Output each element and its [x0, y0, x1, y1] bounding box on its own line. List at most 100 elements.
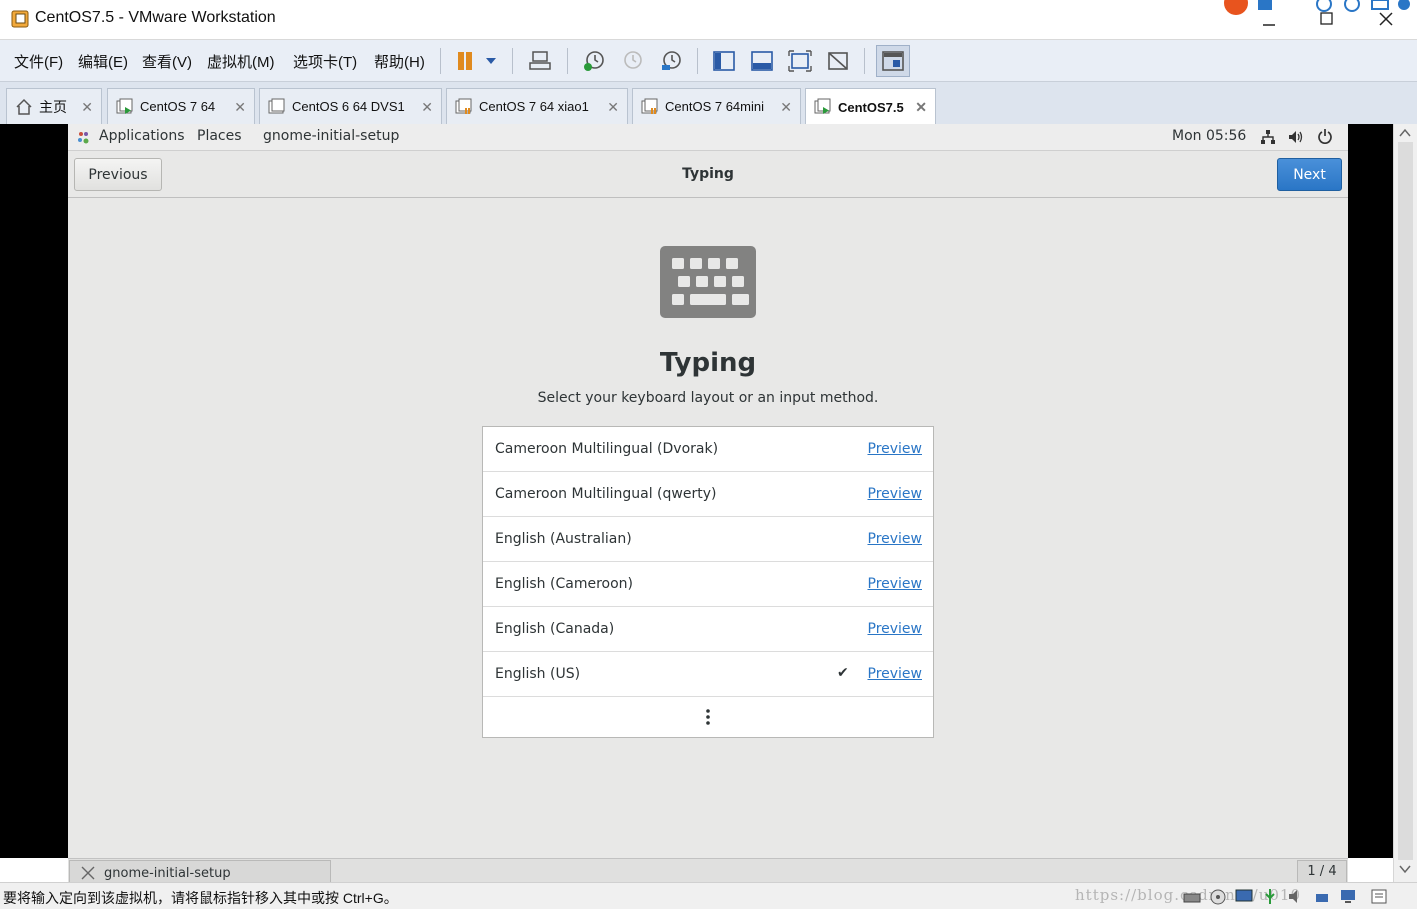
tab-close-icon[interactable]: ✕	[915, 99, 927, 116]
vm-letterbox-left	[0, 124, 68, 858]
layout-name: Cameroon Multilingual (qwerty)	[495, 486, 717, 502]
tab-close-icon[interactable]: ✕	[780, 99, 792, 116]
gnome-foot-icon	[78, 132, 89, 144]
menu-view[interactable]: 查看(V)	[142, 51, 192, 72]
layout-row[interactable]: English (Canada) Preview	[483, 607, 933, 652]
tab-centos7-5[interactable]: CentOS7.5 ✕	[805, 88, 936, 125]
tab-centos-7-64[interactable]: CentOS 7 64 ✕	[107, 88, 255, 124]
maximize-icon[interactable]	[1316, 8, 1338, 30]
toolbar-separator	[697, 48, 698, 74]
menu-file[interactable]: 文件(F)	[14, 51, 63, 72]
layout-row[interactable]: English (Australian) Preview	[483, 517, 933, 562]
thumbnail-bar-button[interactable]	[747, 46, 777, 76]
toolbar-separator	[864, 48, 865, 74]
tab-centos-7-64-xiao1[interactable]: CentOS 7 64 xiao1 ✕	[446, 88, 628, 124]
menu-tabs[interactable]: 选项卡(T)	[293, 51, 357, 72]
preview-link[interactable]: Preview	[868, 486, 923, 502]
snapshot-clock-icon	[584, 51, 604, 71]
app-menu[interactable]: gnome-initial-setup	[263, 128, 399, 144]
toolbar-separator	[512, 48, 513, 74]
preview-link[interactable]: Preview	[868, 621, 923, 637]
scroll-track[interactable]	[1398, 142, 1413, 860]
network-adapter-icon[interactable]	[1235, 888, 1253, 905]
tab-centos-7-64mini[interactable]: CentOS 7 64mini ✕	[632, 88, 801, 124]
window-tool-icon	[81, 866, 95, 880]
toolbar-separator	[567, 48, 568, 74]
tab-home[interactable]: 主页 ✕	[6, 88, 102, 124]
more-vertical-icon	[706, 709, 710, 725]
menu-toolbar: 文件(F) 编辑(E) 查看(V) 虚拟机(M) 选项卡(T) 帮助(H)	[0, 40, 1417, 82]
tab-label: CentOS7.5	[838, 99, 904, 115]
vm-paused-icon	[455, 98, 472, 114]
send-ctrl-alt-del-button[interactable]	[525, 46, 555, 76]
preview-link[interactable]: Preview	[868, 576, 923, 592]
more-layouts-button[interactable]	[483, 697, 933, 737]
preview-link[interactable]: Preview	[868, 531, 923, 547]
network-wired-icon[interactable]	[1260, 129, 1276, 145]
gnome-bottom-bar: gnome-initial-setup 1 / 4	[68, 858, 1348, 884]
vm-letterbox-right	[1348, 124, 1393, 858]
vm-vertical-scrollbar[interactable]	[1393, 124, 1417, 882]
chevron-down-icon	[486, 58, 496, 64]
unity-mode-button[interactable]	[823, 46, 853, 76]
layout-row[interactable]: Cameroon Multilingual (Dvorak) Preview	[483, 427, 933, 472]
vm-paused-icon	[641, 98, 658, 114]
next-button[interactable]: Next	[1277, 158, 1342, 191]
display-icon[interactable]	[1339, 888, 1357, 905]
revert-clock-icon	[624, 51, 642, 69]
workspace-indicator[interactable]: 1 / 4	[1297, 860, 1347, 883]
sound-card-icon[interactable]	[1287, 888, 1305, 905]
layout-name: Cameroon Multilingual (Dvorak)	[495, 441, 719, 457]
snapshot-manager-button[interactable]	[656, 46, 686, 76]
revert-snapshot-button[interactable]	[617, 46, 647, 76]
network-send-icon	[529, 51, 551, 70]
power-icon[interactable]	[1317, 128, 1333, 144]
printer-icon[interactable]	[1313, 888, 1331, 905]
layout-row-selected[interactable]: English (US) ✔ Preview	[483, 652, 933, 697]
tab-label: CentOS 6 64 DVS1	[292, 99, 405, 114]
usb-icon[interactable]	[1261, 888, 1279, 905]
applications-menu[interactable]: Applications	[99, 128, 185, 144]
tab-close-icon[interactable]: ✕	[421, 99, 433, 116]
volume-icon[interactable]	[1288, 129, 1304, 145]
page-heading: Typing	[659, 348, 757, 378]
setup-page: Typing Select your keyboard layout or an…	[68, 198, 1348, 858]
unity-icon	[828, 52, 848, 70]
scroll-up-icon[interactable]	[1399, 128, 1411, 138]
menu-edit[interactable]: 编辑(E)	[78, 51, 128, 72]
pause-icon	[458, 52, 472, 70]
clock[interactable]: Mon 05:56	[1172, 128, 1246, 144]
message-log-icon[interactable]	[1370, 888, 1388, 905]
menu-vm[interactable]: 虚拟机(M)	[207, 51, 275, 72]
snapshot-button[interactable]	[579, 46, 609, 76]
scroll-down-icon[interactable]	[1399, 864, 1411, 874]
layout-name: English (US)	[495, 666, 581, 682]
thumbnail-icon	[751, 51, 773, 71]
layout-name: English (Australian)	[495, 531, 632, 547]
console-view-button[interactable]	[876, 45, 910, 77]
tab-close-icon[interactable]: ✕	[81, 99, 93, 116]
window-title: CentOS7.5 - VMware Workstation	[35, 9, 276, 26]
preview-link[interactable]: Preview	[868, 666, 923, 682]
tab-centos-6-64-dvs1[interactable]: CentOS 6 64 DVS1 ✕	[259, 88, 442, 124]
cd-dvd-icon[interactable]	[1209, 888, 1227, 905]
tab-close-icon[interactable]: ✕	[607, 99, 619, 116]
vm-running-icon	[116, 98, 133, 114]
hard-disk-icon[interactable]	[1183, 888, 1201, 905]
taskbar-window-button[interactable]: gnome-initial-setup	[69, 860, 331, 884]
pause-button[interactable]	[450, 46, 480, 76]
menu-help[interactable]: 帮助(H)	[374, 51, 425, 72]
status-bar: 要将输入定向到该虚拟机，请将鼠标指针移入其中或按 Ctrl+G。 https:/…	[0, 882, 1417, 909]
tab-label: CentOS 7 64mini	[665, 99, 764, 114]
preview-link[interactable]: Preview	[868, 441, 923, 457]
minimize-icon[interactable]	[1258, 10, 1280, 32]
layout-row[interactable]: English (Cameroon) Preview	[483, 562, 933, 607]
vm-tab-strip: 主页 ✕ CentOS 7 64 ✕ CentOS 6 64 DVS1 ✕ Ce…	[0, 82, 1417, 125]
show-library-button[interactable]	[709, 46, 739, 76]
close-icon[interactable]	[1375, 8, 1397, 30]
full-screen-button[interactable]	[785, 46, 815, 76]
power-menu-dropdown[interactable]	[478, 46, 504, 76]
places-menu[interactable]: Places	[197, 128, 242, 144]
layout-row[interactable]: Cameroon Multilingual (qwerty) Preview	[483, 472, 933, 517]
tab-close-icon[interactable]: ✕	[234, 99, 246, 116]
